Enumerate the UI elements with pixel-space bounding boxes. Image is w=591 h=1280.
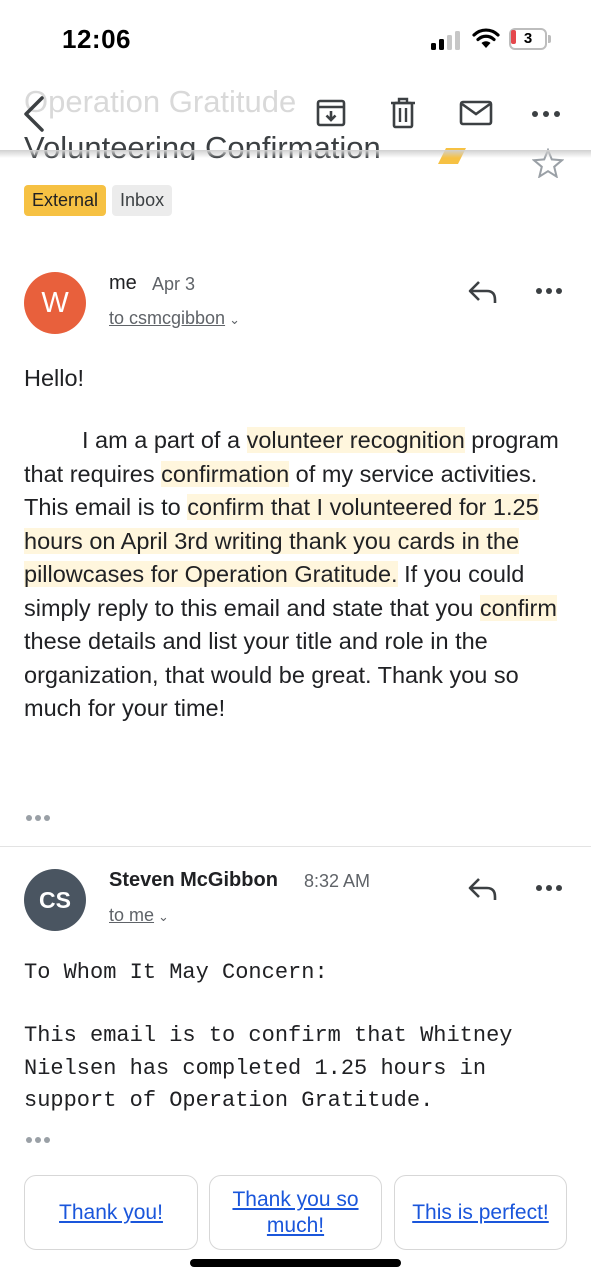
cellular-signal-icon: [431, 30, 463, 50]
sender-name: me: [109, 272, 137, 294]
trash-icon: [391, 97, 415, 129]
reply-icon[interactable]: [467, 278, 499, 306]
more-options-icon[interactable]: [532, 109, 562, 119]
archive-icon: [316, 99, 346, 127]
recipient-details[interactable]: to csmcgibbon ⌄: [109, 308, 240, 329]
label-inbox[interactable]: Inbox: [112, 185, 173, 216]
subject-faded-title: Operation Gratitude: [24, 84, 297, 119]
message-body: I am a part of a volunteer recognition p…: [24, 427, 559, 721]
recipient-details[interactable]: to me ⌄: [109, 905, 169, 926]
home-indicator: [190, 1259, 401, 1267]
recipient-text: to me: [109, 905, 155, 925]
show-trimmed-content-icon[interactable]: [26, 814, 52, 822]
message-greeting: Hello!: [24, 365, 85, 391]
avatar[interactable]: CS: [24, 869, 86, 931]
label-chips: External Inbox: [24, 185, 173, 216]
back-arrow-icon[interactable]: [18, 94, 52, 134]
wifi-icon: [472, 28, 500, 48]
mark-unread-button[interactable]: [458, 96, 494, 130]
smart-reply-thank-you-so-much[interactable]: Thank you so much!: [209, 1175, 382, 1250]
message-date: Apr 3: [152, 274, 196, 294]
battery-icon: 3: [509, 28, 551, 50]
chevron-down-icon: ⌄: [158, 909, 169, 924]
avatar[interactable]: W: [24, 272, 86, 334]
message-more-icon[interactable]: [536, 883, 566, 893]
message-date: 8:32 AM: [304, 871, 371, 891]
label-external[interactable]: External: [24, 185, 107, 216]
reply-icon[interactable]: [467, 875, 499, 903]
sender-name: Steven McGibbon: [109, 869, 278, 891]
recipient-text: to csmcgibbon: [109, 308, 226, 328]
mail-icon: [459, 100, 493, 126]
show-trimmed-content-icon[interactable]: [26, 1136, 52, 1144]
message-greeting: To Whom It May Concern:: [24, 960, 328, 985]
status-bar: 12:06 3: [0, 0, 591, 80]
archive-button[interactable]: [314, 96, 348, 130]
message-body: This email is to confirm that Whitney Ni…: [24, 1023, 513, 1113]
delete-button[interactable]: [386, 96, 420, 130]
smart-reply-this-is-perfect[interactable]: This is perfect!: [394, 1175, 567, 1250]
message-more-icon[interactable]: [536, 286, 566, 296]
toolbar-shadow: [0, 150, 591, 158]
message-divider: [0, 846, 591, 847]
battery-level: 3: [523, 30, 533, 47]
status-time: 12:06: [62, 24, 131, 54]
smart-reply-thank-you[interactable]: Thank you!: [24, 1175, 198, 1250]
chevron-down-icon: ⌄: [229, 312, 240, 327]
